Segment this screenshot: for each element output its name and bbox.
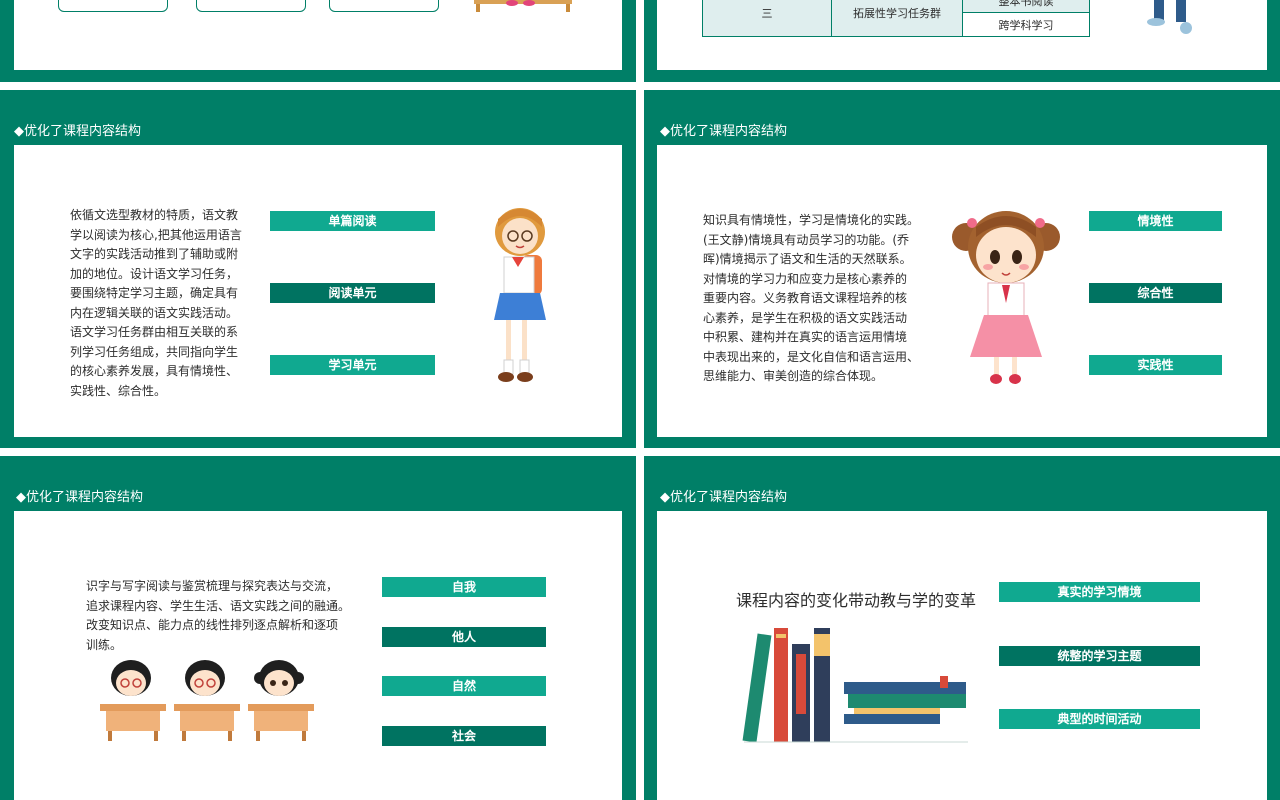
slide-content-integration: ◆优化了课程内容结构 识字与写字阅读与鉴赏梳理与探究表达与交流， 追求课程内容、… [0, 456, 636, 800]
slide-top-left [0, 0, 636, 82]
slide-paragraph: 识字与写字阅读与鉴赏梳理与探究表达与交流， 追求课程内容、学生生活、语文实践之间… [86, 579, 351, 652]
slide-reading-structure: ◆优化了课程内容结构 依循文选型教材的特质，语文教 学以阅读为核心,把其他运用语… [0, 90, 636, 448]
label-bar: 综合性 [1089, 283, 1222, 303]
label-bar: 情境性 [1089, 211, 1222, 231]
table-item: 整本书阅读 [962, 0, 1090, 13]
books-illustration [742, 628, 968, 743]
task-group-table: 三 拓展性学习任务群 整本书阅读 跨学科学习 [702, 0, 1090, 37]
label-bar: 真实的学习情境 [999, 582, 1200, 602]
label-bar: 统整的学习主题 [999, 646, 1200, 666]
slide-title: ◆优化了课程内容结构 [660, 490, 787, 505]
slide-teaching-change: ◆优化了课程内容结构 课程内容的变化带动教与学的变革 真实的学习情境 统整的学习… [644, 456, 1280, 800]
outline-box [196, 0, 306, 12]
student-legs-illustration [1147, 0, 1192, 34]
label-bar: 实践性 [1089, 355, 1222, 375]
slide-situational-learning: ◆优化了课程内容结构 知识具有情境性，学习是情境化的实践。 (王文静)情境具有动… [644, 90, 1280, 448]
label-bar: 单篇阅读 [270, 211, 435, 231]
table-group-label: 拓展性学习任务群 [831, 0, 963, 37]
girl-in-pink-dress-illustration [952, 211, 1060, 384]
slide-title: ◆优化了课程内容结构 [16, 490, 143, 505]
slide-paragraph: 知识具有情境性，学习是情境化的实践。 (王文静)情境具有动员学习的功能。(乔 晖… [703, 213, 920, 383]
label-bar: 学习单元 [270, 355, 435, 375]
label-bar: 自然 [382, 676, 546, 696]
label-bar: 他人 [382, 627, 546, 647]
slide-title: ◆优化了课程内容结构 [14, 124, 141, 139]
girl-with-backpack-illustration [494, 208, 546, 382]
table-row-label: 三 [702, 0, 832, 37]
label-bar: 社会 [382, 726, 546, 746]
table-item: 跨学科学习 [962, 12, 1090, 37]
label-bar: 阅读单元 [270, 283, 435, 303]
slide-paragraph: 依循文选型教材的特质，语文教 学以阅读为核心,把其他运用语言 文字的实践活动推到… [70, 208, 242, 398]
slide-top-right: 三 拓展性学习任务群 整本书阅读 跨学科学习 [644, 0, 1280, 82]
label-bar: 典型的时间活动 [999, 709, 1200, 729]
slide-heading: 课程内容的变化带动教与学的变革 [736, 591, 977, 610]
outline-box [58, 0, 168, 12]
outline-box [329, 0, 439, 12]
bench-illustration [474, 0, 572, 12]
slide-title: ◆优化了课程内容结构 [660, 124, 787, 139]
students-at-desks-illustration [100, 660, 314, 741]
label-bar: 自我 [382, 577, 546, 597]
